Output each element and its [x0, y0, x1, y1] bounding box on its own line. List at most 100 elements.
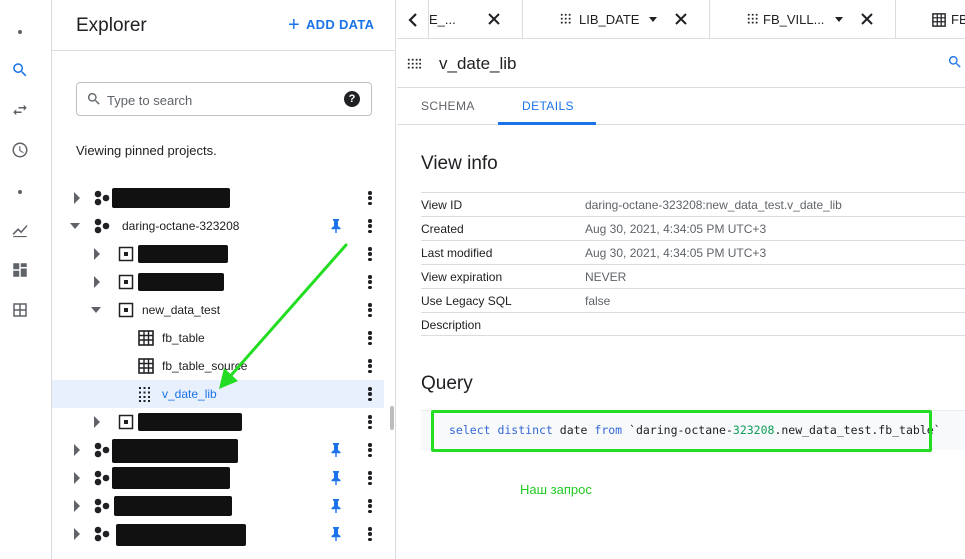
rail-dot-middle	[8, 180, 32, 204]
add-data-label: ADD DATA	[305, 17, 375, 32]
info-label: Description	[421, 318, 482, 332]
more-vert-icon[interactable]	[368, 499, 372, 513]
redacted-label	[138, 273, 224, 291]
project-icon	[94, 526, 110, 542]
close-icon[interactable]	[487, 12, 501, 26]
plus-icon: +	[288, 13, 300, 36]
tree-row-project-redacted[interactable]	[52, 464, 384, 492]
info-label: Last modified	[421, 246, 493, 260]
expand-caret-icon[interactable]	[94, 276, 100, 288]
help-icon[interactable]: ?	[344, 91, 360, 107]
expand-caret-icon[interactable]	[74, 192, 80, 204]
view-icon	[407, 58, 421, 69]
dropdown-arrow-icon[interactable]	[835, 17, 843, 22]
view-icon	[560, 13, 571, 23]
expand-caret-icon[interactable]	[74, 444, 80, 456]
dataset-icon	[118, 414, 134, 430]
expand-caret-icon[interactable]	[94, 248, 100, 260]
tree-row-project[interactable]: daring-octane-323208	[52, 212, 384, 240]
tree-row-dataset-redacted[interactable]	[52, 408, 384, 436]
pin-icon[interactable]	[330, 499, 342, 513]
expand-caret-icon[interactable]	[74, 500, 80, 512]
tab-label: FB	[951, 12, 965, 27]
rail-dot-top	[8, 20, 32, 44]
tab-label: LIB_DATE	[579, 12, 640, 27]
analytics-icon[interactable]	[8, 218, 32, 242]
tab-label: FB_VILL...	[763, 12, 825, 27]
close-icon[interactable]	[860, 12, 874, 26]
search-box[interactable]: ?	[76, 82, 372, 116]
transfers-icon[interactable]	[8, 98, 32, 122]
collapse-caret-icon[interactable]	[70, 223, 80, 229]
dashboard-icon[interactable]	[8, 258, 32, 282]
info-row: View ID daring-octane-323208:new_data_te…	[421, 192, 965, 216]
tab-fb[interactable]: FB	[932, 0, 965, 39]
search-input[interactable]	[107, 90, 337, 110]
more-vert-icon[interactable]	[368, 247, 372, 261]
tree-row-table[interactable]: fb_table	[52, 324, 384, 352]
dropdown-arrow-icon[interactable]	[649, 17, 657, 22]
redacted-label	[112, 467, 230, 489]
project-icon	[94, 470, 110, 486]
pin-icon[interactable]	[330, 471, 342, 485]
close-icon[interactable]	[674, 12, 688, 26]
more-vert-icon[interactable]	[368, 443, 372, 457]
more-vert-icon[interactable]	[368, 275, 372, 289]
project-icon	[94, 190, 110, 206]
pin-icon[interactable]	[330, 527, 342, 541]
editor-tab-strip: E_... LIB_DATE FB_VILL... FB	[397, 0, 965, 39]
redacted-label	[114, 496, 232, 516]
more-vert-icon[interactable]	[368, 303, 372, 317]
info-row: View expiration NEVER	[421, 264, 965, 288]
info-row: Use Legacy SQL false	[421, 288, 965, 312]
expand-caret-icon[interactable]	[74, 472, 80, 484]
more-vert-icon[interactable]	[368, 415, 372, 429]
explorer-header: Explorer + ADD DATA	[52, 0, 396, 51]
explorer-title: Explorer	[76, 15, 147, 36]
more-vert-icon[interactable]	[368, 359, 372, 373]
view-label: v_date_lib	[162, 387, 217, 401]
search-icon[interactable]	[8, 58, 32, 82]
tab-divider	[895, 0, 896, 39]
tree-row-project-redacted[interactable]	[52, 492, 384, 520]
dataset-icon	[118, 274, 134, 290]
tree-row-dataset-redacted[interactable]	[52, 268, 384, 296]
view-title: v_date_lib	[439, 54, 517, 73]
more-vert-icon[interactable]	[368, 471, 372, 485]
view-icon	[747, 13, 758, 23]
tab-details[interactable]: DETAILS	[522, 99, 574, 113]
expand-caret-icon[interactable]	[74, 528, 80, 540]
tab-fb-vill[interactable]: FB_VILL...	[747, 0, 824, 39]
table-view-icon[interactable]	[8, 298, 32, 322]
add-data-button[interactable]: + ADD DATA	[288, 13, 375, 36]
more-vert-icon[interactable]	[368, 219, 372, 233]
tab-e[interactable]: E_...	[429, 0, 456, 39]
tree-row-project-redacted[interactable]	[52, 520, 384, 548]
tree-row-dataset-redacted[interactable]	[52, 240, 384, 268]
info-value: NEVER	[585, 270, 627, 284]
info-label: Created	[421, 222, 464, 236]
expand-caret-icon[interactable]	[94, 416, 100, 428]
more-vert-icon[interactable]	[368, 387, 372, 401]
chevron-left-icon[interactable]	[397, 0, 429, 39]
more-vert-icon[interactable]	[368, 527, 372, 541]
tab-schema[interactable]: SCHEMA	[421, 99, 475, 113]
more-vert-icon[interactable]	[368, 331, 372, 345]
search-icon[interactable]	[947, 54, 963, 70]
tree-row-project-redacted[interactable]	[52, 436, 384, 464]
history-icon[interactable]	[8, 138, 32, 162]
info-row: Created Aug 30, 2021, 4:34:05 PM UTC+3	[421, 216, 965, 240]
tree-row-dataset[interactable]: new_data_test	[52, 296, 384, 324]
tree-row-table[interactable]: fb_table_source	[52, 352, 384, 380]
pin-icon[interactable]	[330, 443, 342, 457]
scrollbar-thumb[interactable]	[390, 406, 394, 430]
more-vert-icon[interactable]	[368, 191, 372, 205]
tab-lib-date[interactable]: LIB_DATE	[560, 0, 639, 39]
project-label: daring-octane-323208	[122, 219, 240, 233]
tree-row-project-redacted[interactable]	[52, 184, 384, 212]
tree-row-view-selected[interactable]: v_date_lib	[52, 380, 384, 408]
pin-icon[interactable]	[330, 219, 342, 233]
collapse-caret-icon[interactable]	[91, 307, 101, 313]
view-subtabs: SCHEMA DETAILS	[397, 88, 965, 125]
project-icon	[94, 218, 110, 234]
